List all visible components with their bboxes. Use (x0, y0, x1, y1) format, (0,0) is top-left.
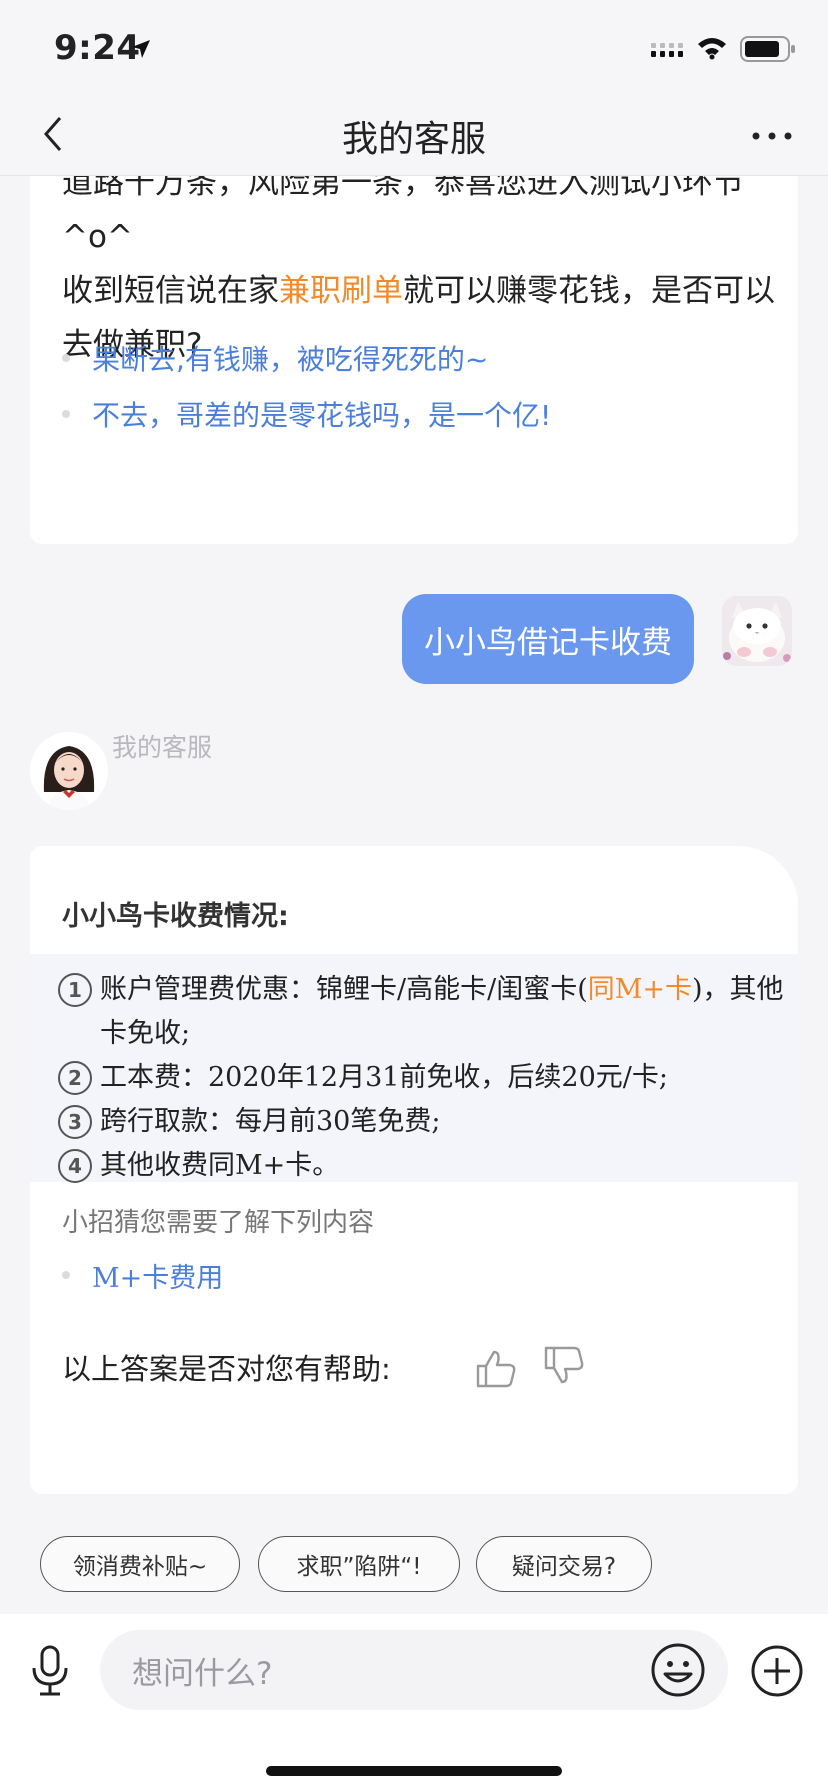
home-indicator (266, 1766, 562, 1776)
thumbs-up-icon[interactable] (474, 1346, 518, 1390)
agent-avatar[interactable] (30, 732, 108, 810)
wifi-icon (698, 38, 726, 60)
message-input-placeholder: 想问什么? (132, 1656, 273, 1692)
bullet-dot-icon (62, 354, 70, 362)
thumbs-down-icon[interactable] (542, 1344, 586, 1388)
status-bar: 9:24 (0, 0, 828, 96)
location-arrow-icon (132, 40, 150, 58)
answer-title: 小小鸟卡收费情况: (62, 901, 289, 932)
agent-name: 我的客服 (112, 733, 213, 762)
quiz-option[interactable]: 果断去,有钱赚，被吃得死死的~ (62, 330, 551, 386)
fee-item: 4 其他收费同M+卡。 (58, 1144, 790, 1188)
circled-number-icon: 3 (58, 1105, 92, 1139)
circled-number-icon: 1 (58, 973, 92, 1007)
quiz-options: 果断去,有钱赚，被吃得死死的~ 不去，哥差的是零花钱吗，是一个亿! (62, 330, 551, 442)
nav-bar: 我的客服 (0, 96, 828, 176)
circled-number-icon: 4 (58, 1149, 92, 1183)
signal-icon (651, 43, 683, 57)
bullet-dot-icon (62, 410, 70, 418)
quick-reply-chip[interactable]: 领消费补贴~ (40, 1536, 240, 1592)
plus-icon[interactable] (750, 1644, 804, 1698)
quiz-option[interactable]: 不去，哥差的是零花钱吗，是一个亿! (62, 386, 551, 442)
user-avatar[interactable] (722, 596, 792, 666)
fee-list: 1 账户管理费优惠：锦鲤卡/高能卡/闺蜜卡(同M+卡)，其他卡免收; 2 工本费… (30, 954, 798, 1183)
fee-item: 1 账户管理费优惠：锦鲤卡/高能卡/闺蜜卡(同M+卡)，其他卡免收; (58, 968, 790, 1056)
quiz-question-highlight: 兼职刷单 (279, 273, 403, 309)
bullet-dot-icon (62, 1271, 70, 1279)
fee-item: 3 跨行取款：每月前30笔免费; (58, 1100, 790, 1144)
suggestion-link[interactable]: M+卡费用 (62, 1250, 223, 1300)
quick-reply-chip[interactable]: 求职”陷阱“! (258, 1536, 460, 1592)
input-bar: 想问什么? (0, 1614, 828, 1792)
circled-number-icon: 2 (58, 1061, 92, 1095)
quiz-emoticon: ^o^ (62, 219, 133, 255)
suggestion-title: 小招猜您需要了解下列内容 (62, 1208, 375, 1238)
chat-area[interactable]: 道路千万条，风险第一条，恭喜您进入测试小环节 ^o^ 收到短信说在家兼职刷单就可… (0, 176, 828, 1516)
status-time: 9:24 (54, 28, 141, 68)
more-dots-icon[interactable] (752, 132, 792, 140)
answer-card: 小小鸟卡收费情况: 1 账户管理费优惠：锦鲤卡/高能卡/闺蜜卡(同M+卡)，其他… (30, 846, 798, 1494)
user-message-bubble: 小小鸟借记卡收费 (402, 594, 694, 684)
emoji-icon[interactable] (650, 1642, 706, 1698)
feedback-prompt: 以上答案是否对您有帮助: (62, 1352, 391, 1386)
page-title: 我的客服 (341, 119, 486, 160)
fee-highlight: 同M+卡 (587, 974, 693, 1005)
quick-reply-bar: 领消费补贴~ 求职”陷阱“! 疑问交易? (0, 1516, 828, 1614)
quiz-intro: 道路千万条，风险第一条，恭喜您进入测试小环节 (62, 176, 744, 201)
battery-icon (740, 36, 795, 62)
fee-item: 2 工本费：2020年12月31前免收，后续20元/卡; (58, 1056, 790, 1100)
microphone-icon[interactable] (28, 1644, 72, 1698)
quiz-card: 道路千万条，风险第一条，恭喜您进入测试小环节 ^o^ 收到短信说在家兼职刷单就可… (30, 176, 798, 544)
quick-reply-chip[interactable]: 疑问交易? (476, 1536, 652, 1592)
